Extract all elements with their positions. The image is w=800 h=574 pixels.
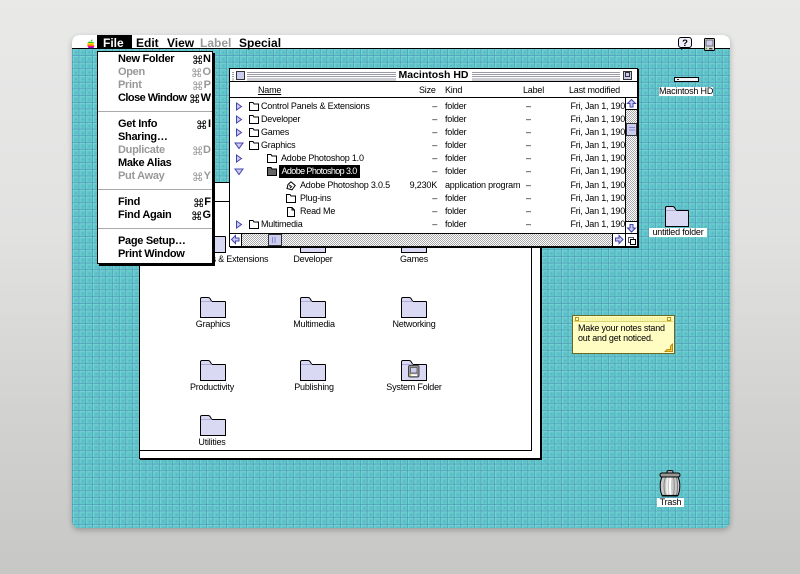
svg-text:?: ?: [682, 38, 688, 49]
